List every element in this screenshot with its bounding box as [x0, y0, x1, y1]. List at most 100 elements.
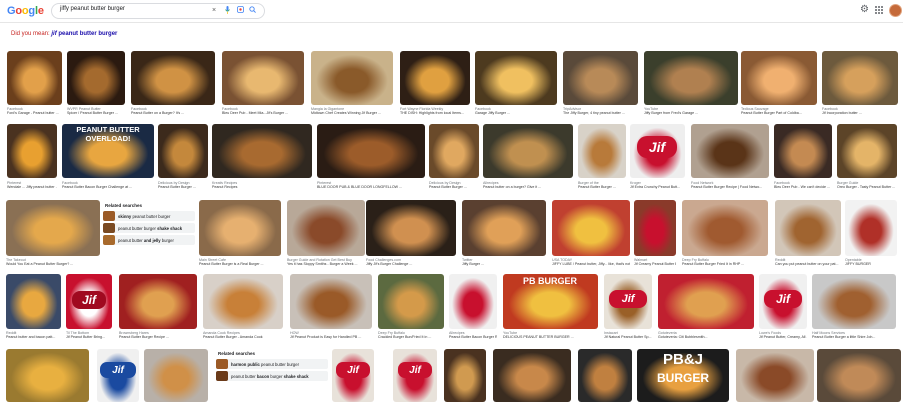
- image-result-thumbnail[interactable]: [144, 349, 208, 402]
- image-result-thumbnail[interactable]: [691, 124, 769, 178]
- image-result-caption[interactable]: The Takeout Would You Eat a Peanut Butter…: [6, 258, 100, 267]
- image-result-thumbnail[interactable]: [634, 200, 676, 256]
- image-result-thumbnail[interactable]: [378, 274, 444, 329]
- image-result-title[interactable]: Yes it has Sloppy Smiths - Burger a Week…: [287, 262, 358, 266]
- image-result-caption[interactable]: YouTube Jiffy Burger from Fred's Garage .…: [644, 107, 738, 116]
- google-logo[interactable]: Google: [7, 5, 44, 17]
- image-result-title[interactable]: BLUE DOOR PUB & BLUE DOOR LONGFELLOW ...: [317, 185, 402, 189]
- image-result-thumbnail[interactable]: [158, 124, 208, 178]
- image-result-thumbnail[interactable]: [444, 349, 486, 402]
- image-result-thumbnail[interactable]: [449, 274, 497, 329]
- image-result-caption[interactable]: Tedious Sauvage Peanut Butter Burger Part…: [741, 107, 817, 116]
- search-box[interactable]: jiffy peanut butter burger ×: [51, 3, 265, 19]
- image-result-thumbnail[interactable]: [7, 51, 62, 105]
- did-you-mean-rest[interactable]: peanut butter burger: [58, 31, 117, 37]
- image-result-caption[interactable]: Deep Fry Buffalo Crackled Burger Bun/Frie…: [378, 331, 444, 340]
- apps-grid-icon[interactable]: [875, 6, 883, 14]
- image-result-title[interactable]: Peanut Butter Burger Recipe | Food Netwo…: [691, 185, 762, 189]
- image-result-caption[interactable]: Facebook Ford's Garage - Peanut butter ..…: [7, 107, 62, 116]
- image-result-title[interactable]: Peanut Butter Burger - Amanda Cook: [203, 335, 263, 339]
- lens-icon[interactable]: [237, 6, 244, 16]
- related-search-item[interactable]: harmon public peanut butter burger: [216, 359, 328, 369]
- image-result-caption[interactable]: TripAdvisor The Jiffy Burger, 4 tiny pean…: [563, 107, 638, 116]
- related-search-item[interactable]: skinny peanut butter burger: [103, 211, 195, 221]
- image-result-title[interactable]: Peanut Butter Bacon Burger Recipe ...: [449, 335, 497, 339]
- image-result-title[interactable]: DELICIOUS PEANUT BUTTER BURGER ...: [503, 335, 574, 339]
- avatar[interactable]: [889, 4, 902, 17]
- image-result-caption[interactable]: HOW Jif Peanut Product is Easy for Handle…: [290, 331, 372, 340]
- image-result-caption[interactable]: Kreativ Recipes Peanut Recipes: [212, 181, 312, 190]
- image-result-title[interactable]: The Jiffy Burger, 4 tiny peanut butter .…: [563, 111, 625, 115]
- image-result-thumbnail[interactable]: [774, 124, 832, 178]
- image-result-title[interactable]: Peanut Butter Burger ...: [158, 185, 196, 189]
- image-result-title[interactable]: Peanut Butter Burger is a Real Burger ..…: [199, 262, 264, 266]
- image-result-caption[interactable]: Instacart Jif Natural Peanut Butter Sp...: [604, 331, 652, 340]
- image-result-thumbnail[interactable]: [429, 124, 479, 178]
- image-result-thumbnail[interactable]: [222, 51, 304, 105]
- mic-icon[interactable]: [225, 6, 230, 17]
- gear-icon[interactable]: ⚙: [860, 5, 869, 15]
- image-result-thumbnail[interactable]: [6, 200, 100, 256]
- image-result-thumbnail[interactable]: [578, 349, 632, 402]
- image-result-caption[interactable]: Reddit Can you put peanut butter on your …: [775, 258, 841, 267]
- image-result-caption[interactable]: Facebook Peanut Butter Bacon Burger Chall…: [62, 181, 154, 190]
- image-result-title[interactable]: Jif Incorporation butter ...: [822, 111, 862, 115]
- related-search-item[interactable]: peanut butter burger shake shack: [103, 223, 195, 233]
- image-result-title[interactable]: Crackled Burger Bun/Fried It in ...: [378, 335, 431, 339]
- image-result-thumbnail[interactable]: [290, 274, 372, 329]
- image-result-title[interactable]: Peanut Butter on a Burger? It's ...: [131, 111, 184, 115]
- image-result-title[interactable]: Peanut Butter Burger ...: [578, 185, 616, 189]
- image-result-caption[interactable]: YouTube DELICIOUS PEANUT BUTTER BURGER ..…: [503, 331, 598, 340]
- image-result-thumbnail[interactable]: [493, 349, 571, 402]
- image-result-title[interactable]: Peanut Butter Burger a little Shire Joh.…: [812, 335, 875, 339]
- image-result-caption[interactable]: Pinterest Wendale ... Jiffy peanut butter…: [7, 181, 57, 190]
- image-result-thumbnail[interactable]: [578, 124, 626, 178]
- image-result-title[interactable]: Bleu Deer Pub - Meet Mia...Jif's Burger …: [222, 111, 288, 115]
- image-result-thumbnail[interactable]: [6, 349, 89, 402]
- image-result-caption[interactable]: Mangia la Gigantone Midtown Chef Creates …: [311, 107, 393, 116]
- image-result-title[interactable]: Ford's Garage - Peanut butter ...: [7, 111, 59, 115]
- image-result-title[interactable]: Wendale ... Jiffy peanut butter ...: [7, 185, 57, 189]
- image-result-caption[interactable]: Delicious by Design Peanut Butter Burger …: [158, 181, 208, 190]
- image-result-title[interactable]: Peanut Butter Burger Recipe ...: [119, 335, 169, 339]
- image-result-caption[interactable]: Facebook Garage Jiffy Burger ...: [475, 107, 557, 116]
- image-result-thumbnail[interactable]: [644, 51, 738, 105]
- image-result-title[interactable]: Jif Creamy Peanut Butter Bu...: [634, 262, 676, 266]
- image-result-caption[interactable]: Twitter Jiffy Burger ...: [462, 258, 546, 267]
- image-result-thumbnail[interactable]: [741, 51, 817, 105]
- image-result-caption[interactable]: Pinterest BLUE DOOR PUB & BLUE DOOR LONGF…: [317, 181, 425, 190]
- image-result-title[interactable]: Peanut butter and bacon patt...: [6, 335, 55, 339]
- image-result-caption[interactable]: Half Moons Services Peanut Butter Burger …: [812, 331, 896, 340]
- image-result-title[interactable]: Peanut butter on a burger? Give it ...: [483, 185, 541, 189]
- search-icon[interactable]: [249, 6, 256, 16]
- image-result-thumbnail[interactable]: [775, 200, 841, 256]
- image-result-title[interactable]: Jiffy Burger from Fred's Garage ...: [644, 111, 698, 115]
- image-result-thumbnail[interactable]: [845, 200, 897, 256]
- image-result-caption[interactable]: AllrecipesPeanut Butter Bacon Burger Rec…: [449, 331, 497, 340]
- image-result-caption[interactable]: Fort Wayne Florida Weekly THE DISH: Highl…: [400, 107, 470, 116]
- related-search-item[interactable]: peanut butter and jelly burger: [103, 235, 195, 245]
- image-result-thumbnail[interactable]: [119, 274, 197, 329]
- image-result-title[interactable]: Jif Extra Crunchy Peanut Butt...: [630, 185, 680, 189]
- image-result-caption[interactable]: WVPR Peanut Butter Spicer / Peanut Butter…: [67, 107, 125, 116]
- image-result-title[interactable]: Jif Peanut Butter Bring...: [66, 335, 105, 339]
- image-result-caption[interactable]: WalmartJif Creamy Peanut Butter Bu...: [634, 258, 676, 267]
- image-result-title[interactable]: Peanut Butter Burger Fried It in RHP ...: [682, 262, 744, 266]
- image-result-caption[interactable]: Opentable JIFFY BURGER: [845, 258, 897, 267]
- image-result-caption[interactable]: Facebook Peanut Butter on a Burger? It's …: [131, 107, 215, 116]
- image-result-caption[interactable]: Main Street Cafe Peanut Butter Burger is …: [199, 258, 281, 267]
- image-result-thumbnail[interactable]: [400, 51, 470, 105]
- image-result-thumbnail[interactable]: [366, 200, 456, 256]
- image-result-thumbnail[interactable]: [67, 51, 125, 105]
- image-result-thumbnail[interactable]: [475, 51, 557, 105]
- image-result-title[interactable]: Can you put peanut butter on your pat...: [775, 262, 839, 266]
- image-result-title[interactable]: THE DISH: Highlights from local Items...: [400, 111, 464, 115]
- image-result-caption[interactable]: Facebook Jif Incorporation butter ...: [822, 107, 898, 116]
- image-result-thumbnail[interactable]: [812, 274, 896, 329]
- image-result-caption[interactable]: Gotuteveria Gotuteveria: Citi Bubblesmith…: [658, 331, 754, 340]
- image-result-caption[interactable]: Burger Guide and Rotation Get Best Buy Ye…: [287, 258, 365, 267]
- image-result-caption[interactable]: Facebook Bleu Deer Pub - We can't decide …: [774, 181, 832, 190]
- image-result-thumbnail[interactable]: [317, 124, 425, 178]
- image-result-title[interactable]: Jif Peanut Product is Easy for Handled P…: [290, 335, 361, 339]
- related-search-item[interactable]: peanut butter bacon burger shake shack: [216, 371, 328, 381]
